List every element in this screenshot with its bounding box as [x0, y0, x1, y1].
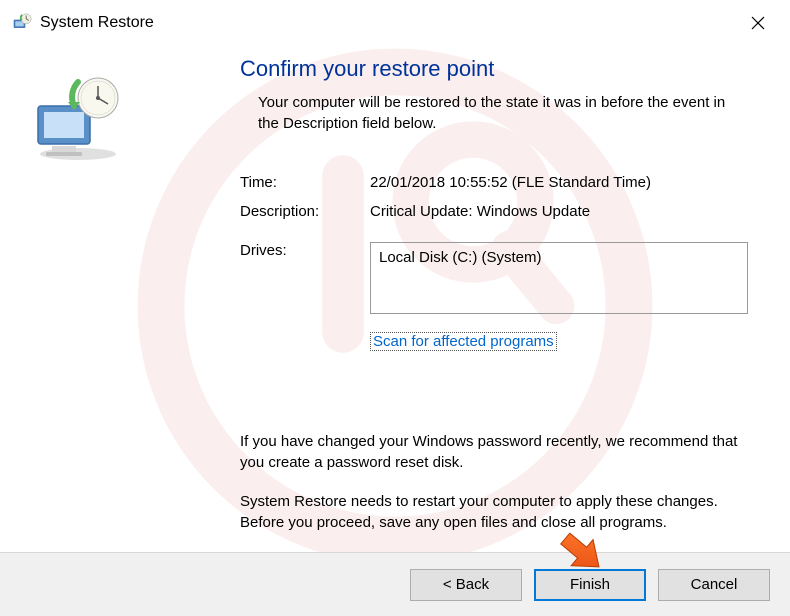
time-label: Time:	[240, 174, 370, 191]
drives-item[interactable]: Local Disk (C:) (System)	[379, 249, 739, 266]
description-label: Description:	[240, 203, 370, 220]
cancel-button[interactable]: Cancel	[658, 569, 770, 601]
password-note: If you have changed your Windows passwor…	[240, 431, 750, 473]
page-heading: Confirm your restore point	[240, 56, 750, 82]
window-title: System Restore	[40, 14, 738, 32]
finish-button[interactable]: Finish	[534, 569, 646, 601]
description-value: Critical Update: Windows Update	[370, 203, 750, 220]
system-restore-illustration-icon	[30, 76, 210, 166]
restart-note: System Restore needs to restart your com…	[240, 491, 750, 533]
drives-listbox[interactable]: Local Disk (C:) (System)	[370, 242, 748, 314]
scan-affected-programs-link[interactable]: Scan for affected programs	[370, 332, 557, 351]
time-value: 22/01/2018 10:55:52 (FLE Standard Time)	[370, 174, 750, 191]
drives-label: Drives:	[240, 242, 370, 314]
main-content: Confirm your restore point Your computer…	[240, 46, 790, 533]
sidebar	[0, 46, 240, 533]
titlebar: System Restore	[0, 0, 790, 46]
close-button[interactable]	[738, 7, 778, 39]
back-button[interactable]: < Back	[410, 569, 522, 601]
footer-button-bar: < Back Finish Cancel	[0, 552, 790, 616]
system-restore-icon	[12, 13, 32, 33]
page-subheading: Your computer will be restored to the st…	[240, 92, 750, 134]
